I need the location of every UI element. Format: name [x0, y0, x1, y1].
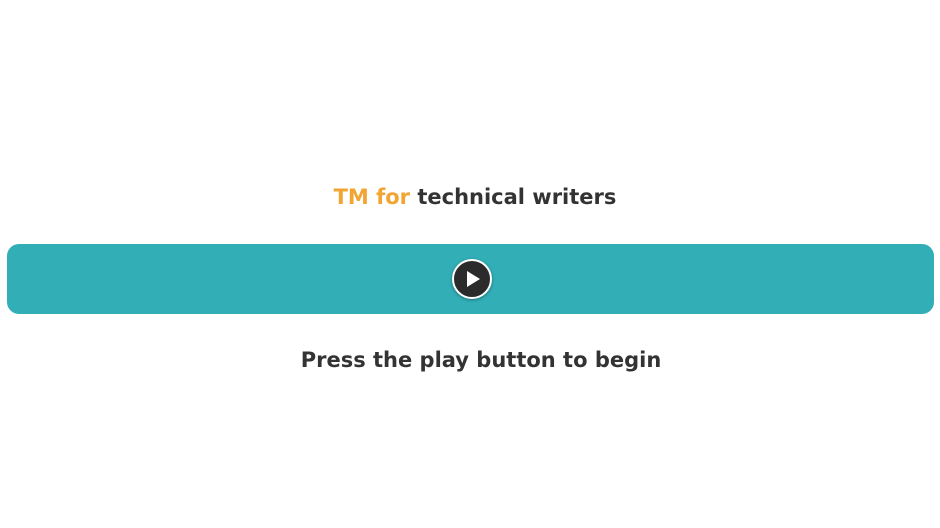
play-icon	[467, 271, 480, 287]
play-button[interactable]	[452, 259, 492, 299]
title-main: technical writers	[417, 185, 617, 209]
page: TM for technical writers Press the play …	[0, 0, 940, 528]
page-title: TM for technical writers	[0, 185, 940, 209]
instruction-text: Press the play button to begin	[300, 348, 662, 372]
player-bar	[7, 244, 934, 314]
title-accent: TM for	[333, 185, 411, 209]
